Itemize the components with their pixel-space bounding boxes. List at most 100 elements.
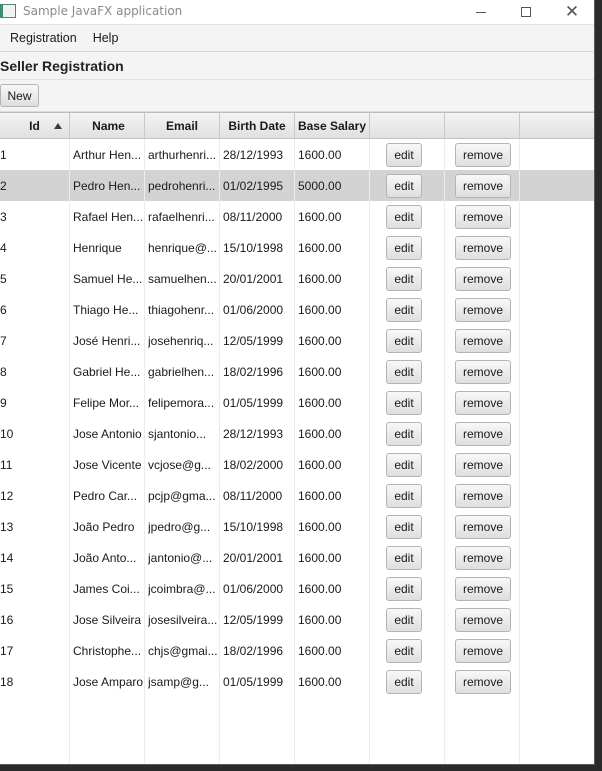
edit-button[interactable]: edit <box>386 545 422 570</box>
maximize-button[interactable] <box>503 0 549 24</box>
remove-button[interactable]: remove <box>455 669 511 694</box>
seller-table[interactable]: Id Name Email Birth Date Base Salary 1 A… <box>0 112 594 764</box>
column-header-name[interactable]: Name <box>70 113 145 139</box>
column-header-remove[interactable] <box>445 113 520 139</box>
edit-button[interactable]: edit <box>386 421 422 446</box>
cell-name-text: Pedro Hen... <box>73 178 141 193</box>
close-button[interactable]: ✕ <box>549 0 594 24</box>
edit-button[interactable]: edit <box>386 173 422 198</box>
cell-name-text: Felipe Mor... <box>73 395 140 410</box>
edit-button[interactable]: edit <box>386 483 422 508</box>
remove-button[interactable]: remove <box>455 297 511 322</box>
title-bar[interactable]: Sample JavaFX application ✕ <box>0 0 594 24</box>
edit-button[interactable]: edit <box>386 452 422 477</box>
remove-button[interactable]: remove <box>455 607 511 632</box>
menu-help[interactable]: Help <box>85 31 127 45</box>
cell-email: chjs@gmai... <box>145 635 220 666</box>
remove-button[interactable]: remove <box>455 173 511 198</box>
remove-button[interactable]: remove <box>455 204 511 229</box>
edit-button[interactable]: edit <box>386 514 422 539</box>
new-button[interactable]: New <box>0 84 39 107</box>
edit-button[interactable]: edit <box>386 390 422 415</box>
edit-button[interactable]: edit <box>386 669 422 694</box>
remove-button[interactable]: remove <box>455 421 511 446</box>
cell-base-salary: 1600.00 <box>295 201 370 232</box>
cell-name-text: Jose Antonio <box>73 426 142 441</box>
cell-email-text: henrique@... <box>148 240 217 255</box>
cell-base-salary-text: 1600.00 <box>298 643 342 658</box>
edit-button[interactable]: edit <box>386 142 422 167</box>
cell-id-text: 18 <box>0 674 14 689</box>
remove-button[interactable]: remove <box>455 452 511 477</box>
table-row[interactable]: 12 Pedro Car... pcjp@gma... 08/11/2000 1600.… <box>0 480 594 511</box>
cell-id: 6 <box>0 294 70 325</box>
table-row[interactable]: 1 Arthur Hen... arthurhenri... 28/12/1993 16… <box>0 139 594 170</box>
edit-button[interactable]: edit <box>386 328 422 353</box>
cell-email-text: thiagohenr... <box>148 302 215 317</box>
sort-ascending-icon <box>54 123 62 129</box>
remove-button[interactable]: remove <box>455 328 511 353</box>
edit-button[interactable]: edit <box>386 576 422 601</box>
edit-button[interactable]: edit <box>386 235 422 260</box>
remove-button[interactable]: remove <box>455 483 511 508</box>
table-row[interactable]: 4 Henrique henrique@... 15/10/1998 1600.00 ed… <box>0 232 594 263</box>
table-row[interactable]: 18 Jose Amparo jsamp@g... 01/05/1999 1600.00… <box>0 666 594 697</box>
table-row[interactable]: 5 Samuel He... samuelhen... 20/01/2001 1600.… <box>0 263 594 294</box>
table-row[interactable]: 3 Rafael Hen... rafaelhenri... 08/11/2000 16… <box>0 201 594 232</box>
cell-email: pcjp@gma... <box>145 480 220 511</box>
remove-button[interactable]: remove <box>455 359 511 384</box>
cell-birth-date: 12/05/1999 <box>220 325 295 356</box>
cell-birth-date: 01/05/1999 <box>220 387 295 418</box>
cell-remove: remove <box>445 480 520 511</box>
remove-button[interactable]: remove <box>455 142 511 167</box>
edit-button[interactable]: edit <box>386 266 422 291</box>
table-row[interactable]: 15 James Coi... jcoimbra@... 01/06/2000 1600… <box>0 573 594 604</box>
cell-birth-date: 18/02/1996 <box>220 356 295 387</box>
remove-button[interactable]: remove <box>455 266 511 291</box>
table-row[interactable]: 16 Jose Silveira josesilveira... 12/05/1999… <box>0 604 594 635</box>
column-header-birth-date[interactable]: Birth Date <box>220 113 295 139</box>
edit-button[interactable]: edit <box>386 297 422 322</box>
column-header-base-salary[interactable]: Base Salary <box>295 113 370 139</box>
remove-button[interactable]: remove <box>455 514 511 539</box>
table-row[interactable]: 17 Christophe... chjs@gmai... 18/02/1996 160… <box>0 635 594 666</box>
cell-name: Rafael Hen... <box>70 201 145 232</box>
cell-id-text: 15 <box>0 581 14 596</box>
cell-email: jcoimbra@... <box>145 573 220 604</box>
table-row[interactable]: 6 Thiago He... thiagohenr... 01/06/2000 1600… <box>0 294 594 325</box>
edit-button[interactable]: edit <box>386 607 422 632</box>
table-row[interactable]: 10 Jose Antonio sjantonio... 28/12/1993 1600… <box>0 418 594 449</box>
cell-birth-date: 28/12/1993 <box>220 418 295 449</box>
cell-name-text: James Coi... <box>73 581 140 596</box>
column-header-id[interactable]: Id <box>0 113 70 139</box>
cell-id-text: 17 <box>0 643 14 658</box>
edit-button[interactable]: edit <box>386 204 422 229</box>
column-header-edit[interactable] <box>370 113 445 139</box>
table-row[interactable]: 14 João Anto... jantonio@... 20/01/2001 1600… <box>0 542 594 573</box>
minimize-button[interactable] <box>458 0 504 24</box>
edit-button[interactable]: edit <box>386 359 422 384</box>
cell-name: Jose Vicente <box>70 449 145 480</box>
table-row[interactable]: 11 Jose Vicente vcjose@g... 18/02/2000 1600.… <box>0 449 594 480</box>
table-row[interactable]: 8 Gabriel He... gabrielhen... 18/02/1996 160… <box>0 356 594 387</box>
table-row[interactable]: 7 José Henri... josehenriq... 12/05/1999 160… <box>0 325 594 356</box>
table-row[interactable]: 9 Felipe Mor... felipemora... 01/05/1999 160… <box>0 387 594 418</box>
remove-button[interactable]: remove <box>455 390 511 415</box>
empty-cell <box>70 721 145 745</box>
remove-button[interactable]: remove <box>455 576 511 601</box>
menu-registration[interactable]: Registration <box>2 31 85 45</box>
cell-email-text: pedrohenri... <box>148 178 216 193</box>
cell-remove: remove <box>445 666 520 697</box>
cell-email: thiagohenr... <box>145 294 220 325</box>
cell-remove: remove <box>445 201 520 232</box>
remove-button[interactable]: remove <box>455 235 511 260</box>
remove-button[interactable]: remove <box>455 545 511 570</box>
edit-button[interactable]: edit <box>386 638 422 663</box>
empty-cell <box>370 697 445 721</box>
empty-cell <box>220 745 295 764</box>
table-row[interactable]: 13 João Pedro jpedro@g... 15/10/1998 1600.00… <box>0 511 594 542</box>
cell-name: Jose Silveira <box>70 604 145 635</box>
column-header-email[interactable]: Email <box>145 113 220 139</box>
remove-button[interactable]: remove <box>455 638 511 663</box>
table-row[interactable]: 2 Pedro Hen... pedrohenri... 01/02/1995 5000… <box>0 170 594 201</box>
